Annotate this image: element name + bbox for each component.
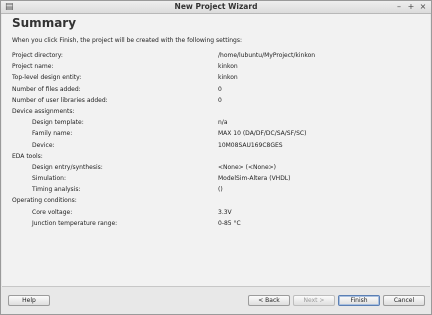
row-value: /home/lubuntu/MyProject/kinkon <box>218 52 316 59</box>
help-button[interactable]: Help <box>8 295 50 306</box>
summary-panel: Summary When you click Finish, the proje… <box>2 14 430 287</box>
row-label: Junction temperature range: <box>32 219 118 227</box>
summary-row-top-level-entity: Top-level design entity: kinkon <box>2 72 430 83</box>
wizard-window: ▤ New Project Wizard – + × Summary When … <box>0 0 432 315</box>
summary-row-user-libraries: Number of user libraries added: 0 <box>2 95 430 106</box>
row-label: Design entry/synthesis: <box>32 163 103 171</box>
page-title: Summary <box>12 16 77 30</box>
summary-list: Project directory: /home/lubuntu/MyProje… <box>2 50 430 229</box>
cancel-button[interactable]: Cancel <box>383 295 425 306</box>
summary-row-core-voltage: Core voltage: 3.3V <box>2 207 430 218</box>
row-value: n/a <box>218 119 228 127</box>
row-label: Family name: <box>32 130 73 138</box>
row-value: 10M08SAU169C8GES <box>218 141 283 149</box>
summary-section-operating-conditions: Operating conditions: <box>2 195 430 206</box>
button-bar: Help < Back Next > Finish Cancel <box>2 287 430 314</box>
row-value: <None> (<None>) <box>218 163 277 171</box>
summary-row-timing-analysis: Timing analysis: () <box>2 184 430 195</box>
back-button[interactable]: < Back <box>248 295 290 306</box>
maximize-icon[interactable]: + <box>406 1 416 13</box>
row-value: ModelSim-Altera (VHDL) <box>218 175 291 183</box>
summary-row-design-template: Design template: n/a <box>2 117 430 128</box>
row-value: MAX 10 (DA/DF/DC/SA/SF/SC) <box>218 130 307 138</box>
summary-row-device: Device: 10M08SAU169C8GES <box>2 140 430 151</box>
minimize-icon[interactable]: – <box>394 1 404 13</box>
summary-row-project-directory: Project directory: /home/lubuntu/MyProje… <box>2 50 430 61</box>
title-bar[interactable]: ▤ New Project Wizard – + × <box>1 1 431 14</box>
row-label: Number of user libraries added: <box>12 96 108 104</box>
row-value: 0 <box>218 96 222 104</box>
row-label: Project name: <box>12 63 54 71</box>
summary-row-junction-temp: Junction temperature range: 0-85 °C <box>2 218 430 229</box>
summary-row-design-entry: Design entry/synthesis: <None> (<None>) <box>2 162 430 173</box>
window-title: New Project Wizard <box>174 2 258 11</box>
summary-section-eda-tools: EDA tools: <box>2 151 430 162</box>
row-value: kinkon <box>218 74 238 82</box>
close-icon[interactable]: × <box>418 1 428 13</box>
row-value: 0-85 °C <box>218 219 241 227</box>
finish-button[interactable]: Finish <box>338 295 380 306</box>
next-button[interactable]: Next > <box>293 295 335 306</box>
row-label: Timing analysis: <box>32 186 81 194</box>
section-label: Operating conditions: <box>12 197 77 205</box>
row-value: () <box>218 186 223 194</box>
row-label: Top-level design entity: <box>12 74 82 82</box>
summary-section-device-assignments: Device assignments: <box>2 106 430 117</box>
row-label: Project directory: <box>12 52 63 59</box>
row-label: Simulation: <box>32 175 66 183</box>
summary-row-family-name: Family name: MAX 10 (DA/DF/DC/SA/SF/SC) <box>2 128 430 139</box>
row-value: kinkon <box>218 63 238 71</box>
row-label: Number of files added: <box>12 85 81 93</box>
row-label: Design template: <box>32 119 84 127</box>
row-value: 0 <box>218 85 222 93</box>
row-label: Core voltage: <box>32 208 73 216</box>
summary-row-project-name: Project name: kinkon <box>2 61 430 72</box>
summary-row-files-added: Number of files added: 0 <box>2 84 430 95</box>
section-label: Device assignments: <box>12 107 75 115</box>
row-value: 3.3V <box>218 208 232 216</box>
section-label: EDA tools: <box>12 152 43 160</box>
row-label: Device: <box>32 141 55 149</box>
intro-text: When you click Finish, the project will … <box>12 37 242 44</box>
summary-row-simulation: Simulation: ModelSim-Altera (VHDL) <box>2 173 430 184</box>
